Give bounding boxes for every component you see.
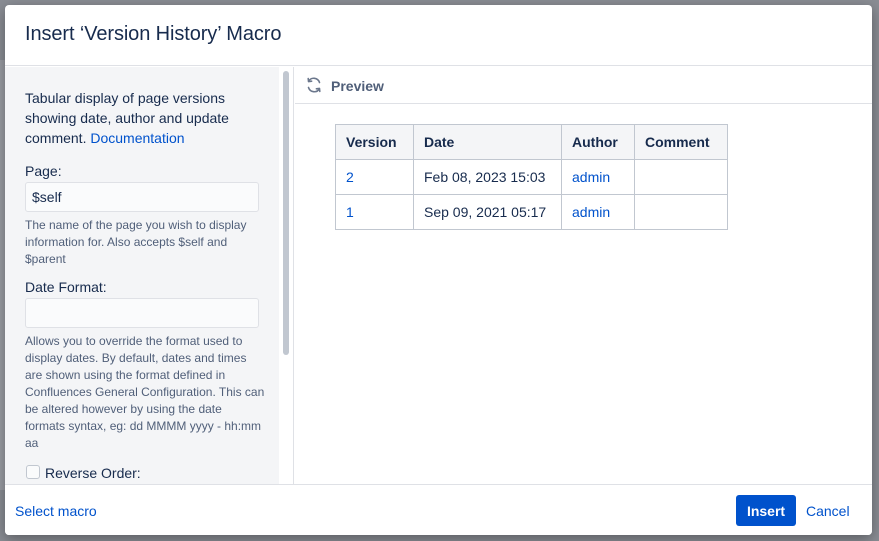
date-cell: Feb 08, 2023 15:03 <box>413 159 562 195</box>
documentation-link[interactable]: Documentation <box>90 130 184 146</box>
author-link[interactable]: admin <box>572 169 610 185</box>
version-cell: 1 <box>335 194 414 230</box>
parameters-scrollbar-thumb[interactable] <box>283 71 289 355</box>
preview-bar: Preview <box>295 67 872 104</box>
column-header-comment: Comment <box>634 124 728 160</box>
select-macro-link[interactable]: Select macro <box>15 503 97 519</box>
parameters-scrollbar[interactable] <box>279 67 293 484</box>
date-cell: Sep 09, 2021 05:17 <box>413 194 562 230</box>
date-format-field-label: Date Format: <box>25 279 107 295</box>
table-row: 1 Sep 09, 2021 05:17 admin <box>335 194 728 230</box>
macro-parameters-panel: Tabular display of page versions showing… <box>5 67 294 484</box>
author-link[interactable]: admin <box>572 204 610 220</box>
insert-button[interactable]: Insert <box>736 495 796 526</box>
reverse-order-checkbox[interactable] <box>26 465 40 479</box>
column-header-version: Version <box>335 124 414 160</box>
preview-panel: Preview Version Date Author Comment 2 Fe… <box>295 67 872 484</box>
dialog-header: Insert ‘Version History’ Macro <box>5 5 872 66</box>
cancel-button[interactable]: Cancel <box>806 503 850 519</box>
table-row: 2 Feb 08, 2023 15:03 admin <box>335 159 728 195</box>
parameters-scroll-area[interactable]: Tabular display of page versions showing… <box>5 67 279 484</box>
author-cell: admin <box>561 194 635 230</box>
reverse-order-label[interactable]: Reverse Order: <box>45 465 141 481</box>
page-field-help: The name of the page you wish to display… <box>25 218 247 266</box>
macro-description: Tabular display of page versions showing… <box>25 88 265 148</box>
page-field-label: Page: <box>25 163 62 179</box>
dialog-footer: Select macro Insert Cancel <box>5 484 872 535</box>
comment-cell <box>634 159 728 195</box>
column-header-date: Date <box>413 124 562 160</box>
version-history-table: Version Date Author Comment 2 Feb 08, 20… <box>335 124 728 230</box>
refresh-icon[interactable] <box>305 76 323 94</box>
preview-label: Preview <box>331 78 384 94</box>
author-cell: admin <box>561 159 635 195</box>
date-format-field-help: Allows you to override the format used t… <box>25 334 265 450</box>
version-link[interactable]: 2 <box>346 169 354 185</box>
dialog-title: Insert ‘Version History’ Macro <box>25 23 282 45</box>
insert-macro-dialog: Insert ‘Version History’ Macro Tabular d… <box>5 5 872 535</box>
table-header-row: Version Date Author Comment <box>335 124 728 160</box>
version-cell: 2 <box>335 159 414 195</box>
comment-cell <box>634 194 728 230</box>
date-format-field-input[interactable] <box>25 298 259 328</box>
page-field-input[interactable] <box>25 182 259 212</box>
column-header-author: Author <box>561 124 635 160</box>
version-link[interactable]: 1 <box>346 204 354 220</box>
